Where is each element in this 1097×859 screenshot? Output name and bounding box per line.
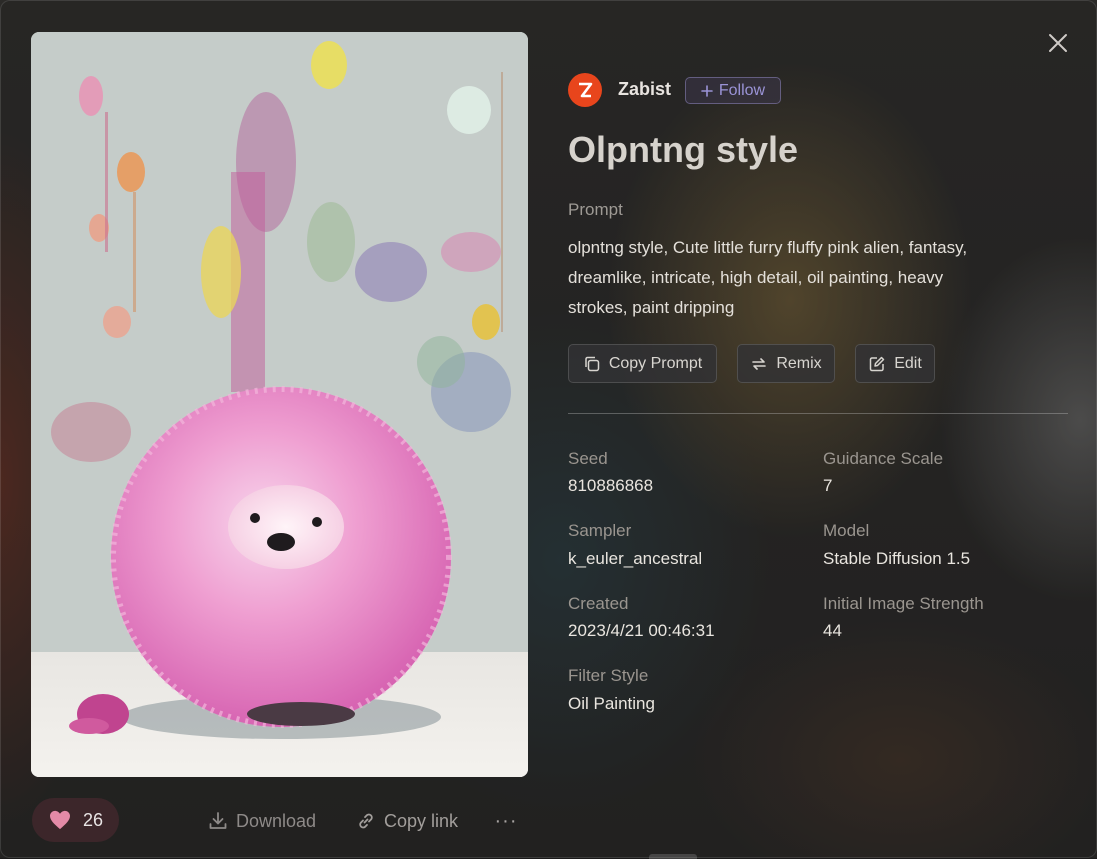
- heart-icon: [50, 810, 70, 830]
- close-button[interactable]: [1045, 30, 1071, 56]
- download-button[interactable]: Download: [208, 807, 316, 835]
- like-count: 26: [83, 809, 104, 830]
- close-icon: [1049, 34, 1067, 52]
- copy-link-button[interactable]: Copy link: [356, 807, 458, 835]
- sampler-label: Sampler: [568, 521, 632, 540]
- edit-label: Edit: [894, 354, 922, 372]
- initial-image-strength-value: 44: [823, 621, 842, 640]
- avatar-logo-icon: [579, 82, 593, 98]
- model-value: Stable Diffusion 1.5: [823, 549, 971, 568]
- copy-link-label: Copy link: [384, 810, 459, 831]
- copy-icon: [585, 356, 600, 371]
- generated-image: [31, 32, 528, 777]
- like-button[interactable]: 26: [32, 798, 119, 842]
- plus-icon: [701, 84, 713, 97]
- created-label: Created: [568, 594, 629, 613]
- follow-button[interactable]: Follow: [685, 77, 781, 104]
- image-detail-modal: 26 Download Copy link ··· Zabist Follow …: [0, 0, 1097, 859]
- section-divider: [568, 413, 1068, 414]
- created-value: 2023/4/21 00:46:31: [568, 621, 715, 640]
- guidance-scale-label: Guidance Scale: [823, 449, 944, 468]
- remix-label: Remix: [776, 354, 822, 372]
- edit-icon: [869, 356, 885, 371]
- filter-style-value: Oil Painting: [568, 694, 655, 713]
- author-avatar[interactable]: [568, 73, 602, 107]
- prompt-label: Prompt: [568, 200, 623, 219]
- download-icon: [209, 812, 227, 829]
- seed-label: Seed: [568, 449, 608, 468]
- more-options-button[interactable]: ···: [494, 807, 518, 835]
- edit-button[interactable]: Edit: [855, 344, 935, 383]
- model-label: Model: [823, 521, 870, 540]
- sampler-value: k_euler_ancestral: [568, 549, 703, 568]
- prompt-text: olpntng style, Cute little furry fluffy …: [568, 238, 968, 317]
- guidance-scale-value: 7: [823, 476, 833, 495]
- image-title: Olpntng style: [568, 129, 799, 170]
- download-label: Download: [236, 810, 317, 831]
- bottom-handle: [649, 854, 697, 859]
- copy-prompt-button[interactable]: Copy Prompt: [568, 344, 717, 383]
- copy-prompt-label: Copy Prompt: [608, 354, 703, 372]
- author-name[interactable]: Zabist: [618, 79, 671, 100]
- remix-button[interactable]: Remix: [737, 344, 835, 383]
- filter-style-label: Filter Style: [568, 666, 649, 685]
- follow-label: Follow: [718, 81, 766, 99]
- initial-image-strength-label: Initial Image Strength: [823, 594, 984, 613]
- remix-icon: [752, 357, 767, 370]
- more-icon: ···: [494, 809, 518, 832]
- link-icon: [359, 813, 373, 829]
- seed-value: 810886868: [568, 476, 654, 495]
